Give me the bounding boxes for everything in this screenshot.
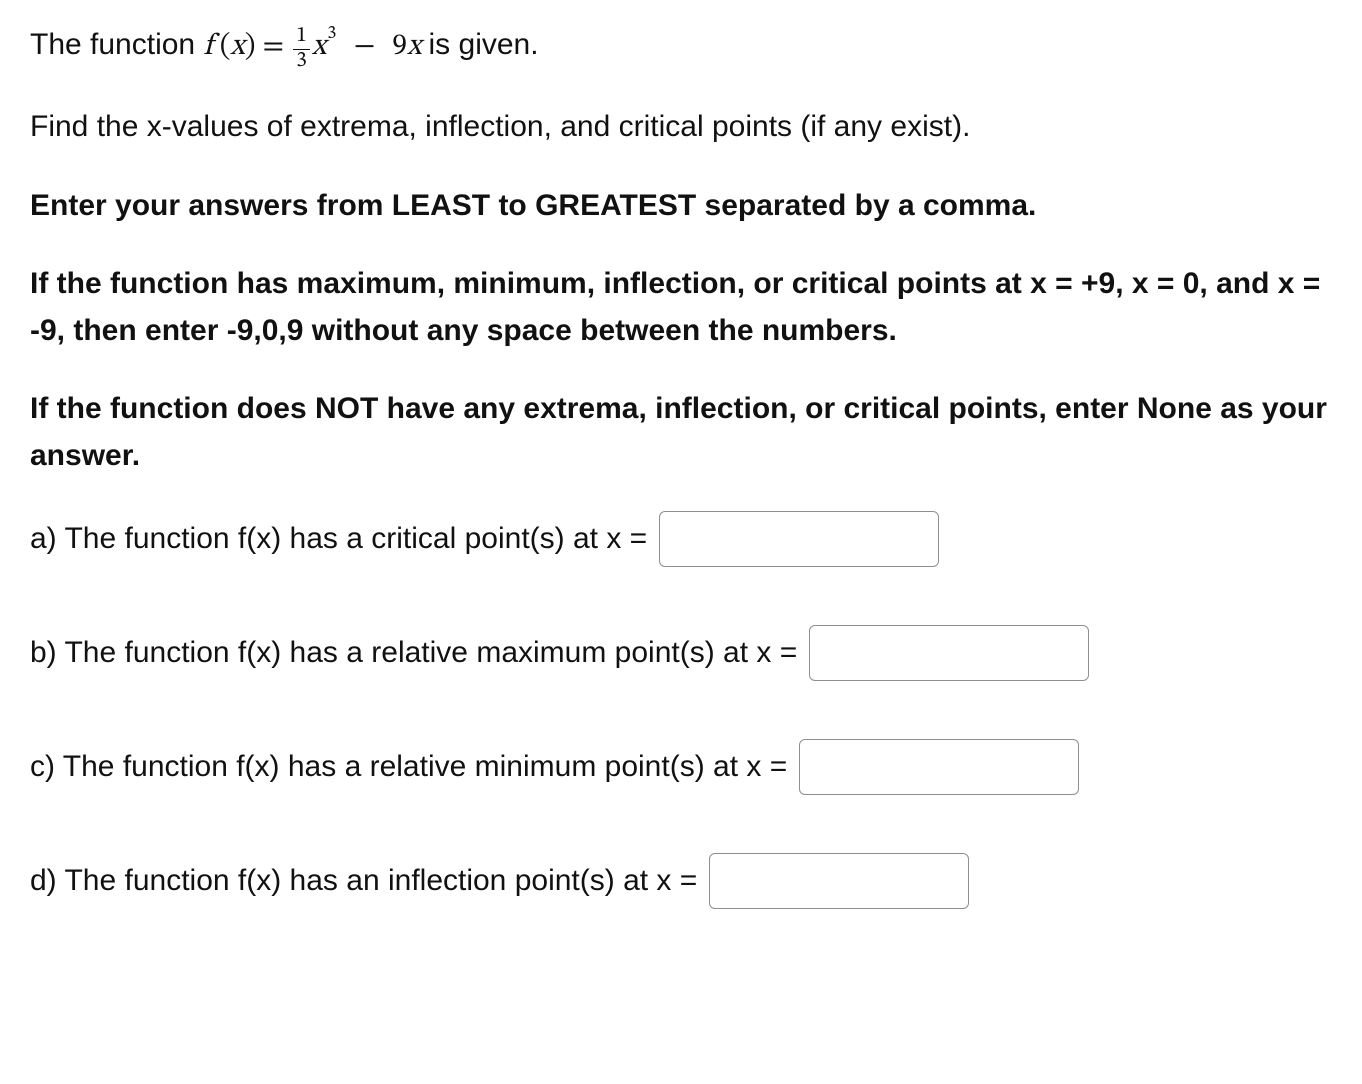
math-exponent-3: 3 <box>327 25 336 43</box>
math-nine: 9 <box>392 32 407 62</box>
instruction-order: Enter your answers from LEAST to GREATES… <box>30 183 1332 230</box>
function-definition-line: The function f (x) = 13x3 − 9x is given. <box>30 20 1332 72</box>
math-x2: x <box>312 32 326 62</box>
math-x1: x <box>230 32 244 62</box>
math-close-eq: ) = <box>245 32 291 62</box>
text-prefix: The function <box>30 28 203 61</box>
instruction-find: Find the x-values of extrema, inflection… <box>30 104 1332 151</box>
math-f: f <box>203 32 212 62</box>
answer-b-input[interactable] <box>809 625 1089 681</box>
question-c-label: c) The function f(x) has a relative mini… <box>30 744 787 791</box>
question-d-label: d) The function f(x) has an inflection p… <box>30 858 697 905</box>
fraction-denominator: 3 <box>293 50 310 73</box>
math-minus: − <box>347 32 383 62</box>
question-b-label: b) The function f(x) has a relative maxi… <box>30 630 797 677</box>
question-a-label: a) The function f(x) has a critical poin… <box>30 516 647 563</box>
instruction-example: If the function has maximum, minimum, in… <box>30 261 1332 354</box>
question-d-row: d) The function f(x) has an inflection p… <box>30 853 1332 909</box>
answer-c-input[interactable] <box>799 739 1079 795</box>
math-x3: x <box>407 32 421 62</box>
text-suffix: is given. <box>429 28 539 61</box>
question-a-row: a) The function f(x) has a critical poin… <box>30 511 1332 567</box>
math-fraction: 13 <box>293 26 310 72</box>
math-expression: f (x) = 13x3 − 9x <box>203 32 428 62</box>
math-open: ( <box>213 32 231 62</box>
instruction-none: If the function does NOT have any extrem… <box>30 386 1332 479</box>
question-page: The function f (x) = 13x3 − 9x is given.… <box>0 0 1362 1084</box>
question-c-row: c) The function f(x) has a relative mini… <box>30 739 1332 795</box>
question-b-row: b) The function f(x) has a relative maxi… <box>30 625 1332 681</box>
answer-a-input[interactable] <box>659 511 939 567</box>
fraction-numerator: 1 <box>293 26 310 50</box>
answer-d-input[interactable] <box>709 853 969 909</box>
